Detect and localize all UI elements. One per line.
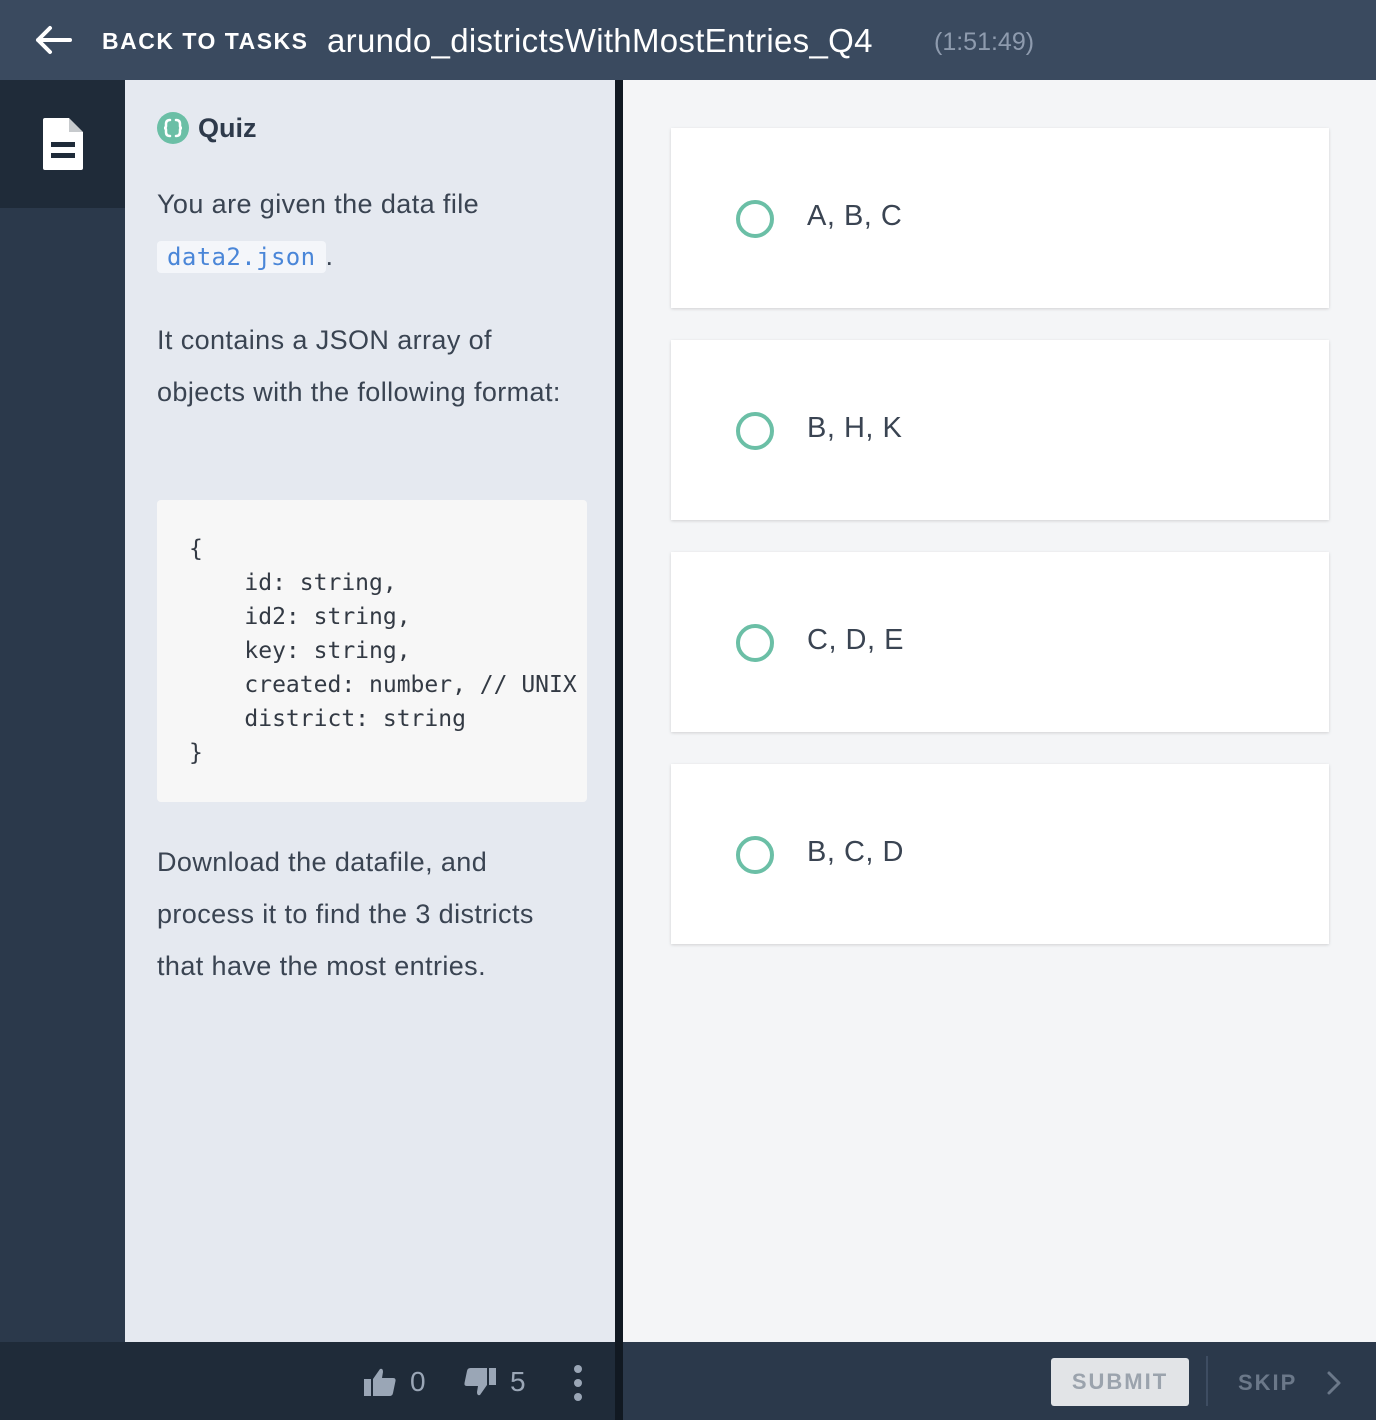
- answer-label: B, H, K: [807, 412, 903, 444]
- radio-button[interactable]: [736, 412, 774, 450]
- intro-period: .: [325, 241, 334, 271]
- radio-button[interactable]: [736, 836, 774, 874]
- quiz-braces-icon: [157, 112, 189, 144]
- chevron-right-icon: [1327, 1371, 1341, 1395]
- quiz-title: Quiz: [198, 112, 257, 143]
- code-content: { id: string, id2: string, key: string, …: [189, 536, 577, 766]
- thumbs-up-icon: [364, 1368, 396, 1396]
- answer-option[interactable]: B, H, K: [671, 340, 1329, 520]
- downvote-count: 5: [510, 1366, 526, 1397]
- document-icon: [42, 118, 83, 170]
- json-format-code-block: { id: string, id2: string, key: string, …: [157, 500, 587, 802]
- answer-label: A, B, C: [807, 200, 903, 232]
- answer-option[interactable]: C, D, E: [671, 552, 1329, 732]
- action-bar: SUBMIT SKIP: [623, 1342, 1376, 1420]
- thumbs-down-icon: [464, 1368, 496, 1396]
- quiz-heading: Quiz: [157, 112, 257, 144]
- action-separator: [1206, 1356, 1208, 1406]
- task-timer: (1:51:49): [934, 28, 1035, 56]
- panel-divider[interactable]: [615, 80, 623, 1420]
- radio-button[interactable]: [736, 200, 774, 238]
- submit-button[interactable]: SUBMIT: [1051, 1358, 1189, 1406]
- more-options-icon[interactable]: [566, 1364, 590, 1402]
- answer-option[interactable]: A, B, C: [671, 128, 1329, 308]
- answers-panel: A, B, C B, H, K C, D, E B, C, D: [623, 80, 1376, 1342]
- format-paragraph: It contains a JSON array of objects with…: [157, 325, 561, 407]
- answer-label: B, C, D: [807, 836, 904, 868]
- upvote-button[interactable]: 0: [364, 1366, 426, 1398]
- skip-label: SKIP: [1238, 1370, 1298, 1395]
- back-to-tasks-link[interactable]: BACK TO TASKS: [102, 28, 309, 55]
- downvote-button[interactable]: 5: [464, 1366, 526, 1398]
- back-arrow-icon[interactable]: [30, 22, 76, 58]
- feedback-bar: 0 5: [0, 1342, 615, 1420]
- instructions-panel: Quiz You are given the data file data2.j…: [125, 80, 615, 1342]
- upvote-count: 0: [410, 1366, 426, 1397]
- skip-button[interactable]: SKIP: [1238, 1370, 1343, 1396]
- answer-label: C, D, E: [807, 624, 904, 656]
- nav-rail: [0, 80, 125, 1342]
- top-bar: BACK TO TASKS arundo_districtsWithMostEn…: [0, 0, 1376, 80]
- radio-button[interactable]: [736, 624, 774, 662]
- file-name-code: data2.json: [157, 241, 326, 273]
- rail-item-instructions[interactable]: [0, 80, 125, 208]
- task-title: arundo_districtsWithMostEntries_Q4: [327, 22, 873, 59]
- task-paragraph: Download the datafile, and process it to…: [157, 847, 534, 981]
- answer-option[interactable]: B, C, D: [671, 764, 1329, 944]
- intro-paragraph: You are given the data file data2.json.: [157, 178, 577, 283]
- intro-text: You are given the data file: [157, 189, 480, 219]
